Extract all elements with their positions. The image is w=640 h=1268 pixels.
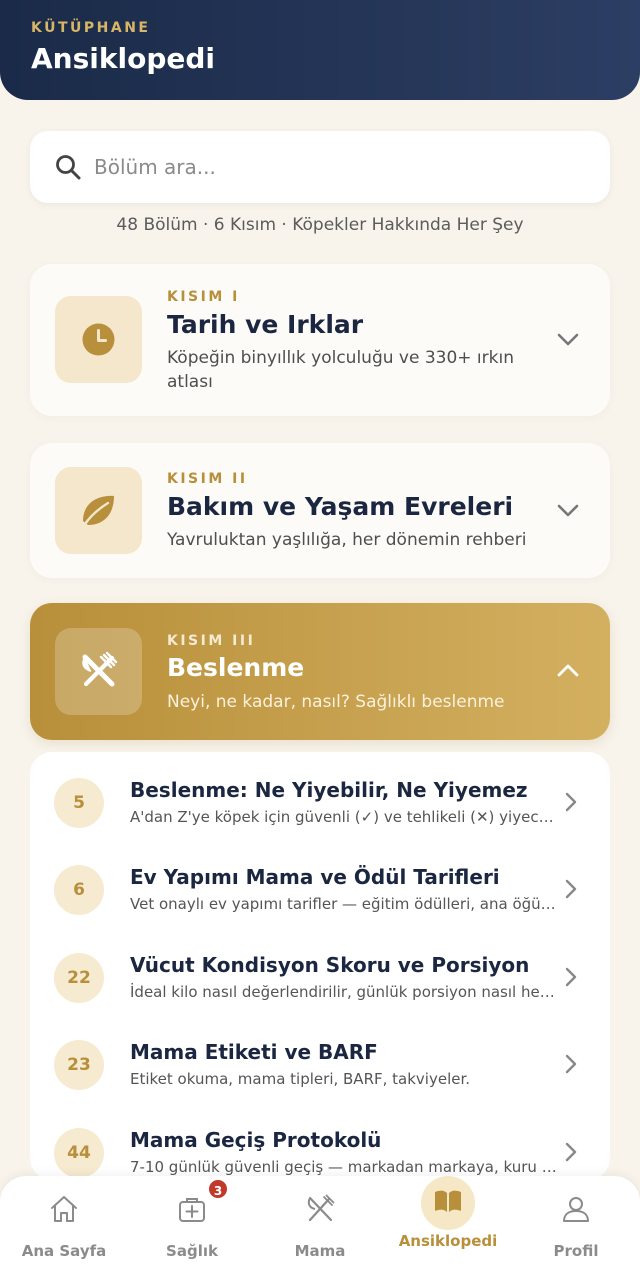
chapter-number: 5 [54, 778, 104, 828]
search-input[interactable] [94, 147, 574, 187]
chevron-right-icon [565, 792, 577, 812]
chevron-right-icon [565, 967, 577, 987]
section-part-label: KISIM I [167, 289, 240, 305]
section-icon-tile [55, 628, 142, 715]
fork-knife-icon [82, 651, 118, 687]
section-description: Köpeğin binyıllık yolculuğu ve 330+ ırkı… [167, 348, 514, 392]
tab-label: Profil [553, 1242, 599, 1260]
tab-label: Ansiklopedi [398, 1232, 498, 1250]
section-card-3[interactable]: KISIM III Beslenme Neyi, ne kadar, nasıl… [30, 603, 610, 740]
chapter-item[interactable]: 23 Mama Etiketi ve BARF Etiket okuma, ma… [30, 1026, 610, 1114]
tab-label: Sağlık [166, 1242, 218, 1260]
search-icon [56, 155, 81, 180]
book-icon [435, 1190, 461, 1212]
tab-encyclopedia[interactable]: Ansiklopedi [384, 1176, 512, 1268]
chapter-number: 6 [54, 865, 104, 915]
chapter-item[interactable]: 22 Vücut Kondisyon Skoru ve Porsiyon İde… [30, 939, 610, 1027]
library-summary: 48 Bölüm · 6 Kısım · Köpekler Hakkında H… [116, 215, 524, 235]
chevron-right-icon [565, 879, 577, 899]
chapter-title: Mama Geçiş Protokolü [130, 1128, 382, 1152]
chevron-right-icon [565, 1142, 577, 1162]
chapter-number: 44 [54, 1128, 104, 1178]
chapter-subtitle: A'dan Z'ye köpek için güvenli (✓) ve teh… [130, 808, 558, 826]
tab-label: Ana Sayfa [21, 1242, 107, 1260]
chapter-title: Beslenme: Ne Yiyebilir, Ne Yiyemez [130, 778, 528, 802]
person-icon [563, 1197, 589, 1222]
chapter-subtitle: İdeal kilo nasıl değerlendirilir, günlük… [130, 983, 558, 1001]
chevron-down-icon[interactable] [556, 498, 580, 522]
tab-home[interactable]: Ana Sayfa [0, 1176, 128, 1268]
fork-knife-icon [307, 1194, 335, 1222]
section-part-label: KISIM II [167, 471, 248, 487]
section-title: Tarih ve Irklar [167, 310, 364, 339]
header-eyebrow: KÜTÜPHANE [31, 20, 151, 36]
section-description: Yavruluktan yaşlılığa, her dönemin rehbe… [167, 530, 527, 550]
section-icon-tile [55, 296, 142, 383]
section-part-label: KISIM III [167, 633, 256, 649]
tab-food[interactable]: Mama [256, 1176, 384, 1268]
chapter-item[interactable]: 6 Ev Yapımı Mama ve Ödül Tarifleri Vet o… [30, 851, 610, 939]
home-icon [51, 1196, 77, 1222]
chapter-list: 5 Beslenme: Ne Yiyebilir, Ne Yiyemez A'd… [30, 752, 610, 1180]
section-title: Bakım ve Yaşam Evreleri [167, 492, 514, 521]
leaf-icon [83, 495, 114, 526]
tab-label: Mama [294, 1242, 346, 1260]
chapter-title: Vücut Kondisyon Skoru ve Porsiyon [130, 953, 530, 977]
section-card-1[interactable]: KISIM I Tarih ve Irklar Köpeğin binyıllı… [30, 264, 610, 416]
medical-kit-icon [179, 1198, 205, 1222]
chapter-item[interactable]: 5 Beslenme: Ne Yiyebilir, Ne Yiyemez A'd… [30, 764, 610, 852]
chapter-title: Mama Etiketi ve BARF [130, 1040, 378, 1064]
section-description: Neyi, ne kadar, nasıl? Sağlıklı beslenme [167, 692, 505, 712]
search-bar[interactable] [30, 131, 610, 203]
chevron-down-icon[interactable] [556, 327, 580, 351]
tab-profile[interactable]: Profil [512, 1176, 640, 1268]
chevron-right-icon [565, 1054, 577, 1074]
chapter-subtitle: Vet onaylı ev yapımı tarifler — eğitim ö… [130, 895, 558, 913]
chevron-up-icon[interactable] [556, 659, 580, 683]
chapter-item[interactable]: 44 Mama Geçiş Protokolü 7-10 günlük güve… [30, 1114, 610, 1180]
chapter-subtitle: Etiket okuma, mama tipleri, BARF, takviy… [130, 1070, 471, 1088]
chapter-number: 23 [54, 1040, 104, 1090]
notification-badge: 3 [207, 1178, 229, 1200]
section-card-2[interactable]: KISIM II Bakım ve Yaşam Evreleri Yavrulu… [30, 443, 610, 578]
chapter-title: Ev Yapımı Mama ve Ödül Tarifleri [130, 865, 500, 889]
chapter-number: 22 [54, 953, 104, 1003]
tab-health[interactable]: 3 Sağlık [128, 1176, 256, 1268]
bottom-tab-bar: Ana Sayfa 3 Sağlık Mama Ansiklopedi Prof… [0, 1176, 640, 1268]
section-icon-tile [55, 467, 142, 554]
page-title: Ansiklopedi [31, 42, 215, 75]
section-title: Beslenme [167, 653, 305, 682]
chapter-subtitle: 7-10 günlük güvenli geçiş — markadan mar… [130, 1158, 558, 1176]
clock-icon [82, 323, 115, 356]
page-header: KÜTÜPHANE Ansiklopedi [0, 0, 640, 100]
